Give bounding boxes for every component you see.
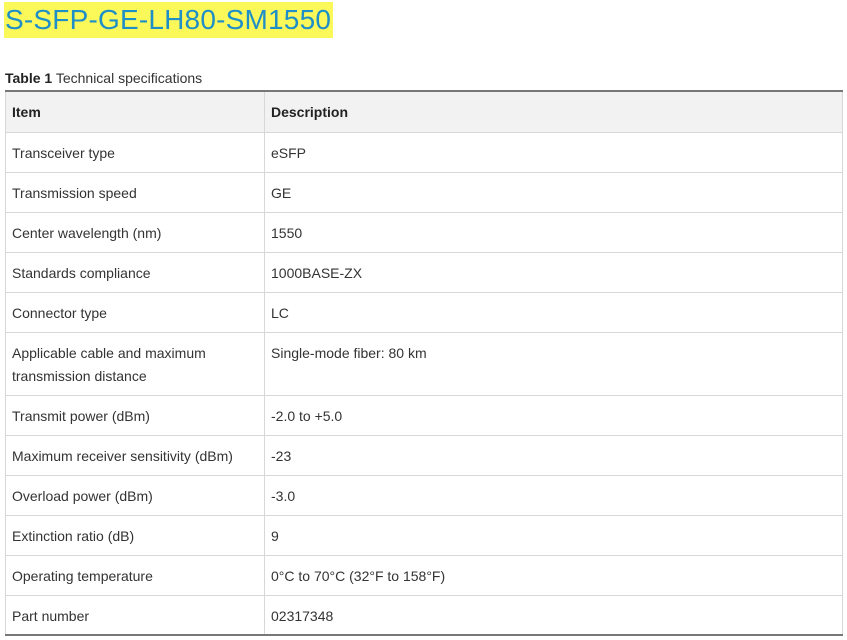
table-row: Transmission speed GE [5, 172, 843, 213]
row-item-cell: Maximum receiver sensitivity (dBm) [5, 435, 265, 476]
row-description-cell: 02317348 [264, 595, 843, 636]
row-description-cell: Single-mode fiber: 80 km [264, 332, 843, 396]
row-description-cell: -3.0 [264, 475, 843, 516]
row-description-cell: 0°C to 70°C (32°F to 158°F) [264, 555, 843, 596]
table-row: Maximum receiver sensitivity (dBm) -23 [5, 435, 843, 476]
row-item-cell: Overload power (dBm) [5, 475, 265, 516]
row-item-cell: Transmit power (dBm) [5, 395, 265, 436]
table-caption-label: Table 1 [5, 70, 53, 86]
table-row: Center wavelength (nm) 1550 [5, 212, 843, 253]
row-description-cell: -2.0 to +5.0 [264, 395, 843, 436]
row-item-cell: Extinction ratio (dB) [5, 515, 265, 556]
row-description-cell: GE [264, 172, 843, 213]
table-row: Connector type LC [5, 292, 843, 333]
page-title: S-SFP-GE-LH80-SM1550 [4, 2, 334, 38]
row-item-cell: Connector type [5, 292, 265, 333]
table-row: Transmit power (dBm) -2.0 to +5.0 [5, 395, 843, 436]
row-item-cell: Operating temperature [5, 555, 265, 596]
table-row: Applicable cable and maximum transmissio… [5, 332, 843, 396]
spec-table: Item Description Transceiver type eSFP T… [5, 90, 843, 636]
row-description-cell: LC [264, 292, 843, 333]
row-item-cell: Part number [5, 595, 265, 636]
row-description-cell: 9 [264, 515, 843, 556]
row-item-cell: Applicable cable and maximum transmissio… [5, 332, 265, 396]
row-item-cell: Center wavelength (nm) [5, 212, 265, 253]
row-description-cell: 1000BASE-ZX [264, 252, 843, 293]
table-row: Extinction ratio (dB) 9 [5, 515, 843, 556]
page-title-wrapper: S-SFP-GE-LH80-SM1550 [4, 2, 334, 38]
table-caption-text: Technical specifications [52, 70, 203, 86]
table-caption: Table 1 Technical specifications [5, 69, 202, 87]
table-row: Overload power (dBm) -3.0 [5, 475, 843, 516]
row-item-cell: Standards compliance [5, 252, 265, 293]
table-row: Standards compliance 1000BASE-ZX [5, 252, 843, 293]
table-row: Part number 02317348 [5, 595, 843, 636]
table-header-row: Item Description [5, 90, 843, 133]
row-description-cell: 1550 [264, 212, 843, 253]
row-item-cell: Transmission speed [5, 172, 265, 213]
table-row: Operating temperature 0°C to 70°C (32°F … [5, 555, 843, 596]
row-description-cell: -23 [264, 435, 843, 476]
column-header-item: Item [5, 90, 265, 133]
table-row: Transceiver type eSFP [5, 132, 843, 173]
row-description-cell: eSFP [264, 132, 843, 173]
column-header-description: Description [264, 90, 843, 133]
row-item-cell: Transceiver type [5, 132, 265, 173]
